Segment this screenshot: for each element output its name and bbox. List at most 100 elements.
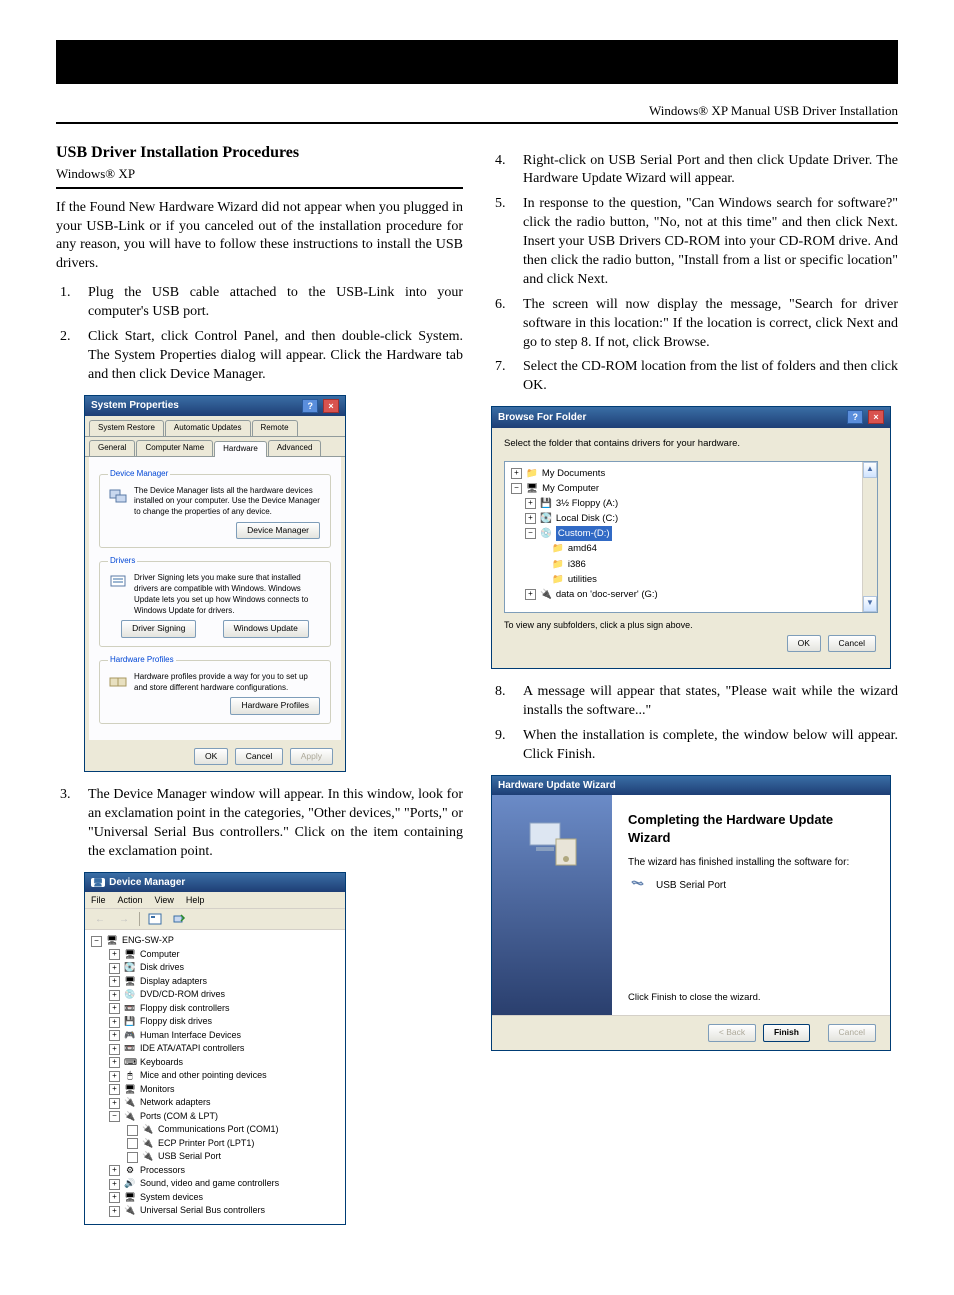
tree-item[interactable]: −🖥My Computer (511, 481, 856, 496)
windows-update-button[interactable]: Windows Update (223, 620, 309, 637)
intro-paragraph: If the Found New Hardware Wizard did not… (56, 199, 463, 275)
menu-view[interactable]: View (155, 894, 174, 906)
cancel-button[interactable]: Cancel (828, 635, 876, 652)
tree-item[interactable]: +📼Floppy disk controllers (91, 1002, 339, 1016)
close-icon[interactable]: × (868, 410, 884, 424)
hardware-profiles-icon (108, 672, 128, 692)
device-manager-group: Device Manager The Device Manager lists … (99, 469, 331, 549)
tree-item[interactable]: 📁i386 (511, 557, 856, 572)
finish-button[interactable]: Finish (763, 1024, 810, 1041)
group-legend: Hardware Profiles (108, 655, 176, 666)
section-subtitle: Windows® XP (56, 165, 463, 183)
step-text: In response to the question, "Can Window… (523, 195, 898, 289)
tree-item[interactable]: −💿Custom-(D:) (511, 526, 856, 541)
hardware-profiles-group: Hardware Profiles Hardware profiles prov… (99, 655, 331, 724)
tree-item[interactable]: 🔌Communications Port (COM1) (91, 1123, 339, 1137)
ok-button[interactable]: OK (194, 748, 228, 765)
help-icon[interactable]: ? (847, 410, 863, 424)
tab-computer-name[interactable]: Computer Name (136, 440, 213, 456)
tree-item[interactable]: +💿DVD/CD-ROM drives (91, 988, 339, 1002)
cancel-button[interactable]: Cancel (828, 1024, 876, 1041)
tree-item[interactable]: +🖥Display adapters (91, 975, 339, 989)
wizard-heading: Completing the Hardware Update Wizard (628, 811, 874, 846)
scrollbar[interactable]: ▲ ▼ (862, 462, 877, 612)
tree-item[interactable]: +💽Disk drives (91, 961, 339, 975)
tree-item[interactable]: +📁My Documents (511, 466, 856, 481)
port-icon (628, 876, 648, 896)
tree-item[interactable]: +🔌Universal Serial Bus controllers (91, 1204, 339, 1218)
dialog-titlebar: Browse For Folder ? × (492, 407, 890, 428)
hardware-profiles-button[interactable]: Hardware Profiles (230, 697, 320, 714)
scroll-up-icon[interactable]: ▲ (863, 462, 877, 478)
tree-item[interactable]: +📼IDE ATA/ATAPI controllers (91, 1042, 339, 1056)
scan-icon[interactable] (170, 911, 188, 927)
menu-help[interactable]: Help (186, 894, 205, 906)
menu-action[interactable]: Action (118, 894, 143, 906)
wizard-device-item: USB Serial Port (628, 876, 874, 896)
tree-item[interactable]: +💾3½ Floppy (A:) (511, 496, 856, 511)
tree-item[interactable]: +🎮Human Interface Devices (91, 1029, 339, 1043)
menu-file[interactable]: File (91, 894, 106, 906)
tab-advanced[interactable]: Advanced (268, 440, 322, 456)
tab-hardware[interactable]: Hardware (214, 441, 267, 457)
tree-item[interactable]: +🖥Computer (91, 948, 339, 962)
header-rule (56, 122, 898, 124)
tree-item[interactable]: 📁utilities (511, 572, 856, 587)
cancel-button[interactable]: Cancel (235, 748, 283, 765)
step-text: The screen will now display the message,… (523, 296, 898, 353)
tree-item[interactable]: +⌨Keyboards (91, 1056, 339, 1070)
tree-item[interactable]: +🔌Network adapters (91, 1096, 339, 1110)
step-text: A message will appear that states, "Plea… (523, 683, 898, 721)
tree-item[interactable]: +🔌data on 'doc-server' (G:) (511, 587, 856, 602)
step-number: 6. (491, 296, 523, 315)
help-icon[interactable]: ? (302, 399, 318, 413)
tree-item[interactable]: +🔊Sound, video and game controllers (91, 1177, 339, 1191)
scroll-down-icon[interactable]: ▼ (863, 596, 877, 612)
back-icon[interactable]: ← (91, 911, 109, 927)
tab-remote[interactable]: Remote (252, 420, 298, 436)
step-number: 4. (491, 152, 523, 171)
page-header-block (56, 40, 898, 84)
ok-button[interactable]: OK (787, 635, 821, 652)
section-title: USB Driver Installation Procedures (56, 142, 463, 164)
tree-item[interactable]: 📁amd64 (511, 541, 856, 556)
tree-item[interactable]: +⚙Processors (91, 1164, 339, 1178)
wizard-subtext: The wizard has finished installing the s… (628, 856, 874, 870)
tab-general[interactable]: General (89, 440, 135, 456)
tree-item[interactable]: 🔌USB Serial Port (91, 1150, 339, 1164)
device-tree: −🖥 ENG-SW-XP +🖥Computer+💽Disk drives+🖥Di… (85, 930, 345, 1224)
section-rule (56, 187, 463, 189)
tree-item[interactable]: +💾Floppy disk drives (91, 1015, 339, 1029)
tree-item[interactable]: +🖥Monitors (91, 1083, 339, 1097)
close-icon[interactable]: × (323, 399, 339, 413)
hardware-update-wizard-dialog: Hardware Update Wizard (491, 775, 891, 1051)
apply-button[interactable]: Apply (290, 748, 333, 765)
tree-root[interactable]: −🖥 ENG-SW-XP (91, 934, 339, 948)
back-button[interactable]: < Back (708, 1024, 756, 1041)
dialog-title: System Properties (91, 399, 179, 413)
step-text: Click Start, click Control Panel, and th… (88, 328, 463, 385)
step-text: Plug the USB cable attached to the USB-L… (88, 284, 463, 322)
menubar: File Action View Help (85, 892, 345, 909)
tab-automatic-updates[interactable]: Automatic Updates (165, 420, 251, 436)
tree-item[interactable]: +💽Local Disk (C:) (511, 511, 856, 526)
step-number: 7. (491, 358, 523, 377)
step-text: The Device Manager window will appear. I… (88, 786, 463, 862)
driver-signing-button[interactable]: Driver Signing (121, 620, 196, 637)
dialog-title: Browse For Folder (498, 411, 586, 425)
browse-prompt: Select the folder that contains drivers … (504, 438, 878, 451)
tab-system-restore[interactable]: System Restore (89, 420, 164, 436)
device-manager-button[interactable]: Device Manager (236, 522, 320, 539)
dialog-titlebar: Hardware Update Wizard (492, 776, 890, 796)
step-text: Select the CD-ROM location from the list… (523, 358, 898, 396)
forward-icon[interactable]: → (115, 911, 133, 927)
toolbar: ← → (85, 909, 345, 930)
tree-item[interactable]: +🖥System devices (91, 1191, 339, 1205)
page-sub-header: Windows® XP Manual USB Driver Installati… (56, 102, 898, 120)
properties-icon[interactable] (146, 911, 164, 927)
tree-item[interactable]: −🔌Ports (COM & LPT) (91, 1110, 339, 1124)
tree-item[interactable]: +🖱Mice and other pointing devices (91, 1069, 339, 1083)
group-text: The Device Manager lists all the hardwar… (134, 486, 322, 518)
tree-item[interactable]: 🔌ECP Printer Port (LPT1) (91, 1137, 339, 1151)
step-text: When the installation is complete, the w… (523, 727, 898, 765)
